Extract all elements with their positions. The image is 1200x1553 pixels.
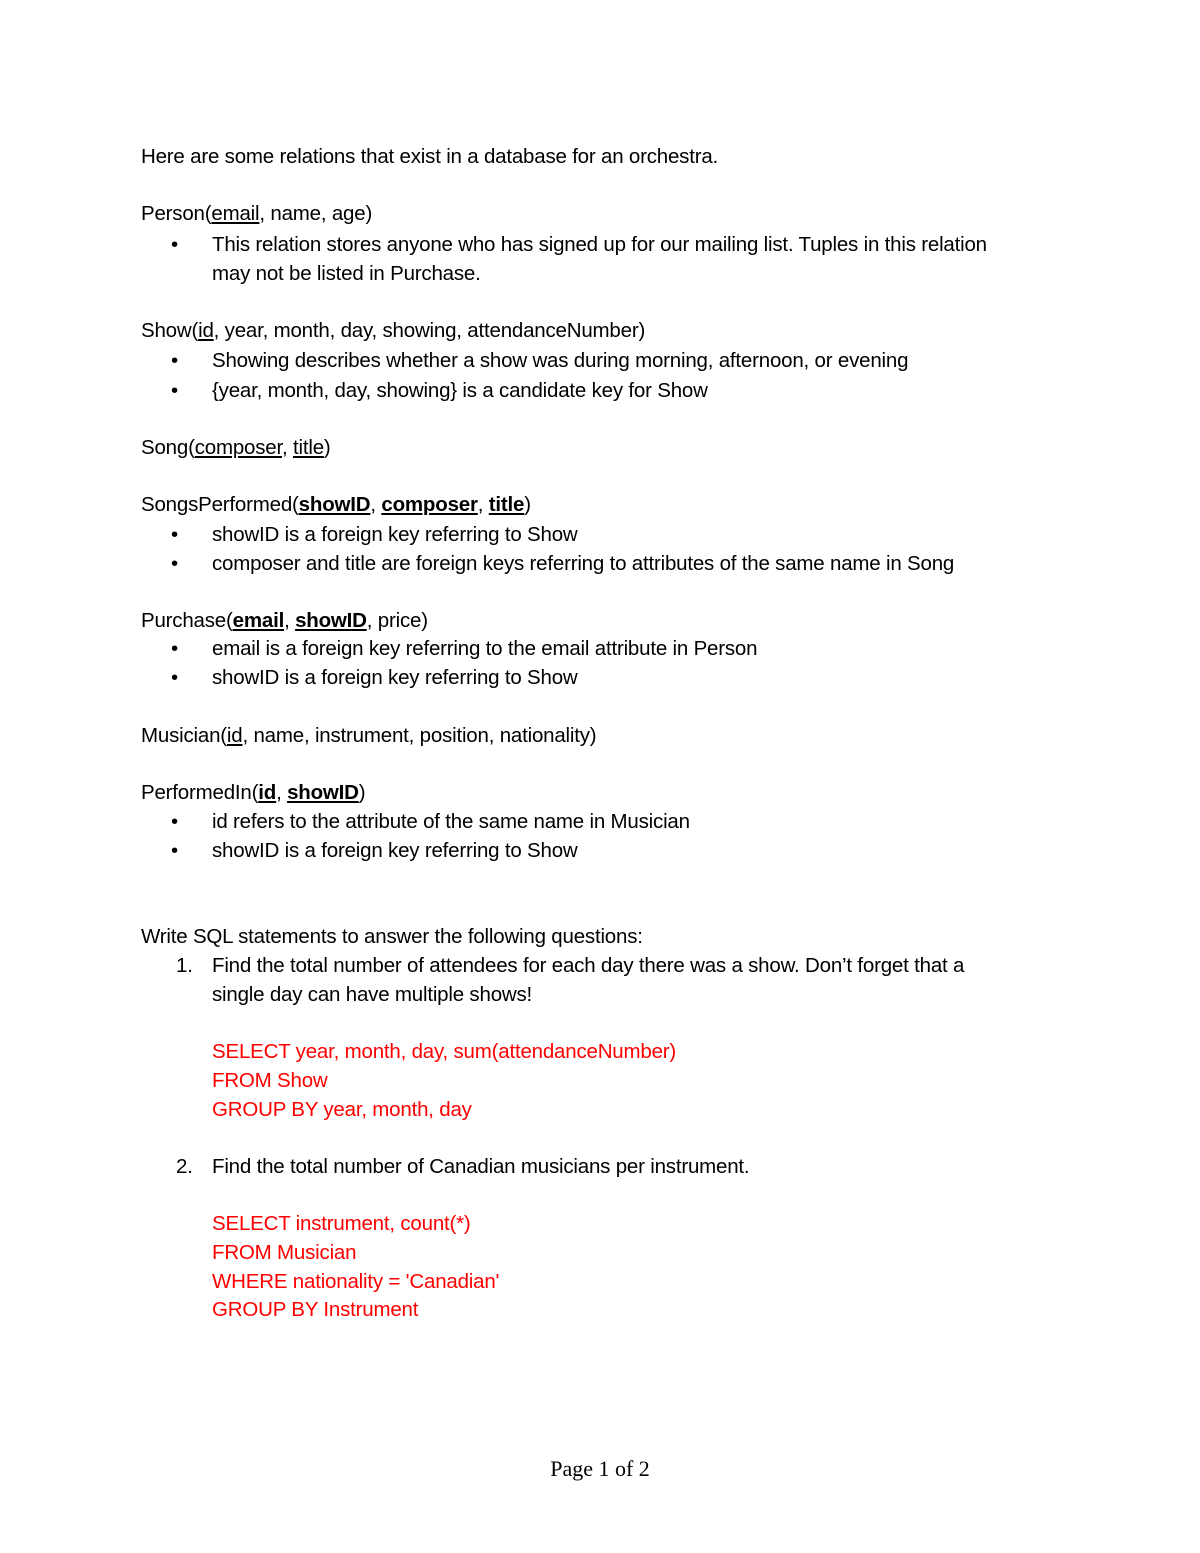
bullet-text: showID is a foreign key referring to Sho… bbox=[212, 666, 578, 689]
relation-show: Show(id, year, month, day, showing, atte… bbox=[141, 316, 645, 345]
bullet-text: showID is a foreign key referring to Sho… bbox=[212, 839, 578, 862]
bullet-item: • Showing describes whether a show was du… bbox=[171, 346, 908, 375]
relation-name: Song( bbox=[141, 436, 195, 459]
question-text-continuation: single day can have multiple shows! bbox=[212, 983, 533, 1006]
relation-purchase: Purchase(email, showID, price) bbox=[141, 606, 428, 635]
attr-text: , bbox=[284, 609, 296, 632]
bullet-icon: • bbox=[171, 839, 178, 862]
sql-answer-line: GROUP BY year, month, day bbox=[212, 1098, 472, 1121]
attr-text: , name, instrument, position, nationalit… bbox=[242, 724, 597, 747]
relation-song: Song(composer, title) bbox=[141, 433, 331, 462]
document-page: Here are some relations that exist in a … bbox=[0, 0, 1200, 1553]
relation-name: Musician( bbox=[141, 724, 227, 747]
question-text: Find the total number of Canadian musici… bbox=[212, 1155, 750, 1178]
relation-name: Person( bbox=[141, 202, 212, 225]
bullet-text: showID is a foreign key referring to Sho… bbox=[212, 523, 578, 546]
relation-musician: Musician(id, name, instrument, position,… bbox=[141, 721, 597, 750]
foreign-key-attr: email bbox=[232, 609, 285, 632]
relation-name: PerformedIn( bbox=[141, 781, 259, 804]
relation-person: Person(email, name, age) bbox=[141, 199, 372, 228]
attr-text: ) bbox=[358, 781, 366, 804]
bullet-text: id refers to the attribute of the same n… bbox=[212, 810, 690, 833]
primary-key-attr: id bbox=[226, 724, 243, 747]
bullet-text: This relation stores anyone who has sign… bbox=[212, 233, 987, 256]
bullet-item: • email is a foreign key referring to the… bbox=[171, 634, 758, 663]
attr-text: , bbox=[477, 493, 489, 516]
foreign-key-attr: showID bbox=[295, 609, 367, 632]
foreign-key-attr: id bbox=[258, 781, 277, 804]
bullet-icon: • bbox=[171, 666, 178, 689]
intro-text: Here are some relations that exist in a … bbox=[141, 145, 719, 168]
bullet-item: • {year, month, day, showing} is a candid… bbox=[171, 376, 708, 405]
primary-key-attr: title bbox=[293, 436, 324, 459]
foreign-key-attr: composer bbox=[381, 493, 478, 516]
sql-answer-line: GROUP BY Instrument bbox=[212, 1298, 419, 1321]
sql-answer-line: FROM Show bbox=[212, 1069, 328, 1092]
page-footer: Page 1 of 2 bbox=[550, 1456, 650, 1481]
foreign-key-attr: title bbox=[488, 493, 525, 516]
attr-text: , bbox=[370, 493, 382, 516]
bullet-icon: • bbox=[171, 637, 178, 660]
primary-key-attr: email bbox=[211, 202, 260, 225]
attr-text: , bbox=[282, 436, 293, 459]
bullet-icon: • bbox=[171, 379, 178, 402]
attr-text: , year, month, day, showing, attendanceN… bbox=[213, 319, 646, 342]
relation-performed-in: PerformedIn(id, showID) bbox=[141, 778, 366, 807]
questions-intro: Write SQL statements to answer the follo… bbox=[141, 925, 643, 948]
bullet-icon: • bbox=[171, 349, 178, 372]
question-text: Find the total number of attendees for e… bbox=[212, 954, 965, 977]
question-2: 2. Find the total number of Canadian musi… bbox=[176, 1152, 750, 1181]
bullet-item: • This relation stores anyone who has sig… bbox=[171, 230, 987, 259]
question-number: 2. bbox=[176, 1155, 193, 1178]
sql-answer-line: WHERE nationality = 'Canadian' bbox=[212, 1270, 500, 1293]
attr-text: ) bbox=[323, 436, 331, 459]
relation-name: Show( bbox=[141, 319, 199, 342]
primary-key-attr: composer bbox=[194, 436, 282, 459]
attr-text: , name, age) bbox=[259, 202, 373, 225]
sql-answer-line: SELECT instrument, count(*) bbox=[212, 1212, 471, 1235]
bullet-text: composer and title are foreign keys refe… bbox=[212, 552, 955, 575]
sql-answer-line: FROM Musician bbox=[212, 1241, 357, 1264]
bullet-text: {year, month, day, showing} is a candida… bbox=[212, 379, 708, 402]
bullet-item: • id refers to the attribute of the same … bbox=[171, 807, 690, 836]
bullet-item: • showID is a foreign key referring to Sh… bbox=[171, 520, 578, 549]
attr-text: ) bbox=[524, 493, 531, 516]
sql-answer-line: SELECT year, month, day, sum(attendanceN… bbox=[212, 1040, 677, 1063]
question-1: 1. Find the total number of attendees for… bbox=[176, 951, 964, 980]
bullet-icon: • bbox=[171, 233, 178, 256]
bullet-text-continuation: may not be listed in Purchase. bbox=[212, 262, 481, 285]
bullet-text: email is a foreign key referring to the … bbox=[212, 637, 758, 660]
attr-text: , price) bbox=[366, 609, 428, 632]
foreign-key-attr: showID bbox=[298, 493, 371, 516]
bullet-icon: • bbox=[171, 810, 178, 833]
relation-name: Purchase( bbox=[141, 609, 233, 632]
bullet-item: • composer and title are foreign keys ref… bbox=[171, 549, 954, 578]
bullet-item: • showID is a foreign key referring to Sh… bbox=[171, 836, 578, 865]
bullet-icon: • bbox=[171, 552, 178, 575]
foreign-key-attr: showID bbox=[287, 781, 359, 804]
primary-key-attr: id bbox=[198, 319, 214, 342]
bullet-text: Showing describes whether a show was dur… bbox=[212, 349, 909, 372]
bullet-item: • showID is a foreign key referring to Sh… bbox=[171, 663, 578, 692]
bullet-icon: • bbox=[171, 523, 178, 546]
relation-name: SongsPerformed( bbox=[141, 493, 299, 516]
question-number: 1. bbox=[176, 954, 193, 977]
attr-text: , bbox=[276, 781, 288, 804]
relation-songs-performed: SongsPerformed(showID, composer, title) bbox=[141, 490, 531, 519]
